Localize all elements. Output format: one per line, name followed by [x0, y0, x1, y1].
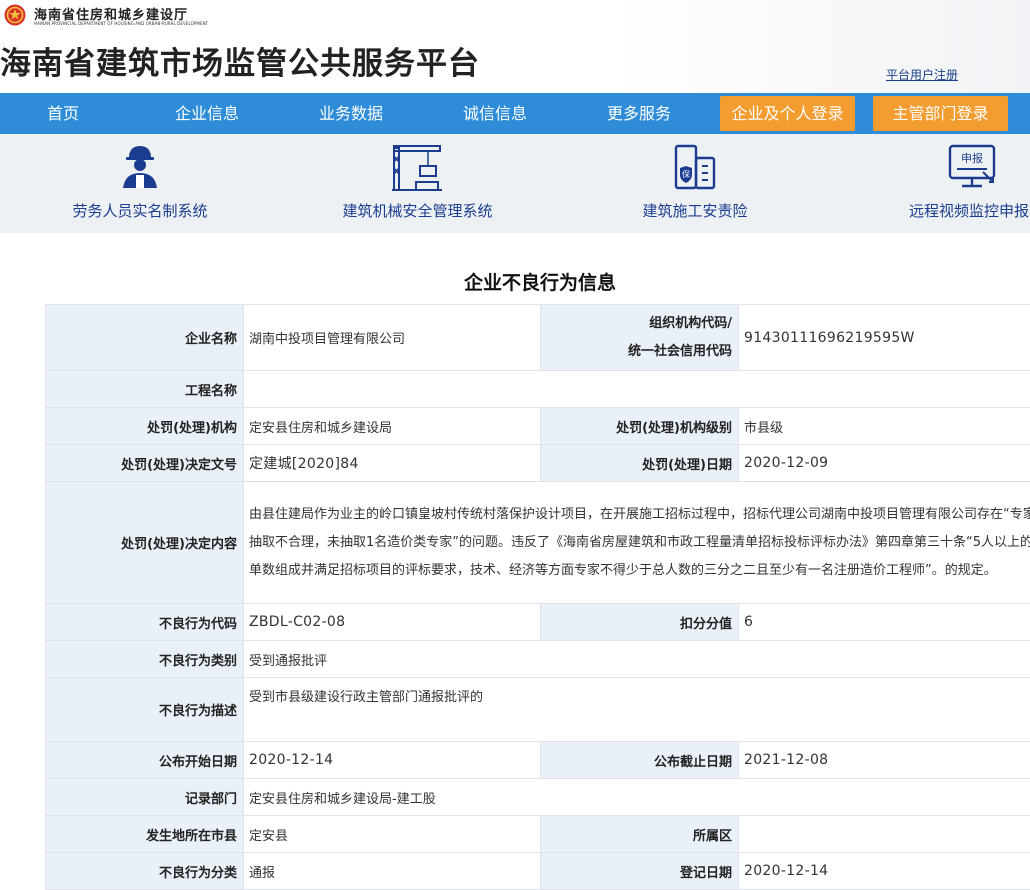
- table-row: 不良行为类别 受到通报批评: [46, 641, 1030, 678]
- service-label: 建筑施工安责险: [630, 200, 760, 221]
- record-department-label: 记录部门: [46, 779, 244, 816]
- table-row: 处罚(处理)机构 定安县住房和城乡建设局 处罚(处理)机构级别 市县级: [46, 408, 1030, 445]
- org-code-label-line1: 组织机构代码/: [541, 310, 732, 338]
- org-code-label-line2: 统一社会信用代码: [541, 338, 732, 366]
- table-row: 不良行为分类 通报 登记日期 2020-12-14: [46, 853, 1030, 890]
- decision-content-value: 由县住建局作为业主的岭口镇皇坡村传统村落保护设计项目，在开展施工招标过程中，招标…: [244, 482, 1030, 604]
- service-machinery-safety[interactable]: 建筑机械安全管理系统: [330, 134, 505, 233]
- table-row: 记录部门 定安县住房和城乡建设局-建工股: [46, 779, 1030, 816]
- register-date-label: 登记日期: [541, 853, 739, 890]
- location-value: 定安县: [244, 816, 541, 853]
- project-name-label: 工程名称: [46, 371, 244, 408]
- decision-date-label: 处罚(处理)日期: [541, 445, 739, 482]
- main-nav: 首页 企业信息 业务数据 诚信信息 更多服务 企业及个人登录 主管部门登录: [0, 93, 1030, 134]
- record-department-value: 定安县住房和城乡建设局-建工股: [244, 779, 1030, 816]
- bad-behavior-info-table: 企业名称 湖南中投项目管理有限公司 组织机构代码/ 统一社会信用代码 91430…: [45, 304, 1030, 890]
- table-row: 企业名称 湖南中投项目管理有限公司 组织机构代码/ 统一社会信用代码 91430…: [46, 305, 1030, 371]
- authority-login-button[interactable]: 主管部门登录: [873, 96, 1008, 131]
- register-date-value: 2020-12-14: [739, 853, 1030, 890]
- site-header: 海南省住房和城乡建设厅 HAINAN PROVINCIAL DEPARTMENT…: [0, 0, 1030, 93]
- service-remote-video[interactable]: 申报 远程视频监控申报: [905, 134, 1030, 233]
- nav-home[interactable]: 首页: [47, 93, 79, 134]
- national-emblem-icon: [4, 4, 26, 26]
- table-row: 发生地所在市县 定安县 所属区: [46, 816, 1030, 853]
- authority-label: 处罚(处理)机构: [46, 408, 244, 445]
- behavior-category-value: 受到通报批评: [244, 641, 1030, 678]
- score-label: 扣分分值: [541, 604, 739, 641]
- authority-level-value: 市县级: [739, 408, 1030, 445]
- behavior-description-label: 不良行为描述: [46, 678, 244, 742]
- service-label: 远程视频监控申报: [909, 200, 1030, 221]
- company-name-label: 企业名称: [46, 305, 244, 371]
- decision-number-label: 处罚(处理)决定文号: [46, 445, 244, 482]
- service-construction-insurance[interactable]: 保 建筑施工安责险: [630, 134, 760, 233]
- site-title: 海南省建筑市场监管公共服务平台: [0, 38, 480, 83]
- publish-end-label: 公布截止日期: [541, 742, 739, 779]
- behavior-description-value: 受到市县级建设行政主管部门通报批评的: [244, 678, 1030, 742]
- nav-more-services[interactable]: 更多服务: [607, 93, 671, 134]
- district-label: 所属区: [541, 816, 739, 853]
- table-row: 不良行为描述 受到市县级建设行政主管部门通报批评的: [46, 678, 1030, 742]
- authority-value: 定安县住房和城乡建设局: [244, 408, 541, 445]
- decision-number-value: 定建城[2020]84: [244, 445, 541, 482]
- publish-start-label: 公布开始日期: [46, 742, 244, 779]
- publish-end-value: 2021-12-08: [739, 742, 1030, 779]
- project-name-value: [244, 371, 1030, 408]
- score-value: 6: [739, 604, 1030, 641]
- service-label: 建筑机械安全管理系统: [330, 200, 505, 221]
- department-name-english: HAINAN PROVINCIAL DEPARTMENT OF HOUSING …: [34, 21, 208, 26]
- register-link[interactable]: 平台用户注册: [886, 66, 958, 83]
- service-labor-realname[interactable]: 劳务人员实名制系统: [60, 134, 220, 233]
- header-background-decoration: [610, 0, 1030, 93]
- behavior-classification-value: 通报: [244, 853, 541, 890]
- page-title: 企业不良行为信息: [0, 268, 1030, 295]
- district-value: [739, 816, 1030, 853]
- table-row: 公布开始日期 2020-12-14 公布截止日期 2021-12-08: [46, 742, 1030, 779]
- publish-start-value: 2020-12-14: [244, 742, 541, 779]
- behavior-classification-label: 不良行为分类: [46, 853, 244, 890]
- authority-level-label: 处罚(处理)机构级别: [541, 408, 739, 445]
- decision-date-value: 2020-12-09: [739, 445, 1030, 482]
- insurance-building-icon: 保: [670, 142, 720, 192]
- nav-enterprise-info[interactable]: 企业信息: [175, 93, 239, 134]
- report-monitor-icon: 申报: [947, 142, 999, 190]
- behavior-code-value: ZBDL-C02-08: [244, 604, 541, 641]
- table-row: 处罚(处理)决定内容 由县住建局作为业主的岭口镇皇坡村传统村落保护设计项目，在开…: [46, 482, 1030, 604]
- service-strip: 劳务人员实名制系统 建筑机械安全管理系统 保 建筑施工安责险 申报: [0, 134, 1030, 233]
- org-code-label: 组织机构代码/ 统一社会信用代码: [541, 305, 739, 371]
- company-name-value: 湖南中投项目管理有限公司: [244, 305, 541, 371]
- org-code-value: 91430111696219595W: [739, 305, 1030, 371]
- svg-text:保: 保: [682, 169, 690, 179]
- worker-icon: [117, 142, 163, 190]
- enterprise-login-button[interactable]: 企业及个人登录: [720, 96, 855, 131]
- nav-credit-info[interactable]: 诚信信息: [463, 93, 527, 134]
- table-row: 不良行为代码 ZBDL-C02-08 扣分分值 6: [46, 604, 1030, 641]
- crane-icon: [390, 142, 444, 192]
- behavior-category-label: 不良行为类别: [46, 641, 244, 678]
- table-row: 工程名称: [46, 371, 1030, 408]
- svg-text:申报: 申报: [961, 151, 983, 165]
- service-label: 劳务人员实名制系统: [60, 200, 220, 221]
- table-row: 处罚(处理)决定文号 定建城[2020]84 处罚(处理)日期 2020-12-…: [46, 445, 1030, 482]
- behavior-code-label: 不良行为代码: [46, 604, 244, 641]
- nav-business-data[interactable]: 业务数据: [319, 93, 383, 134]
- decision-content-label: 处罚(处理)决定内容: [46, 482, 244, 604]
- location-label: 发生地所在市县: [46, 816, 244, 853]
